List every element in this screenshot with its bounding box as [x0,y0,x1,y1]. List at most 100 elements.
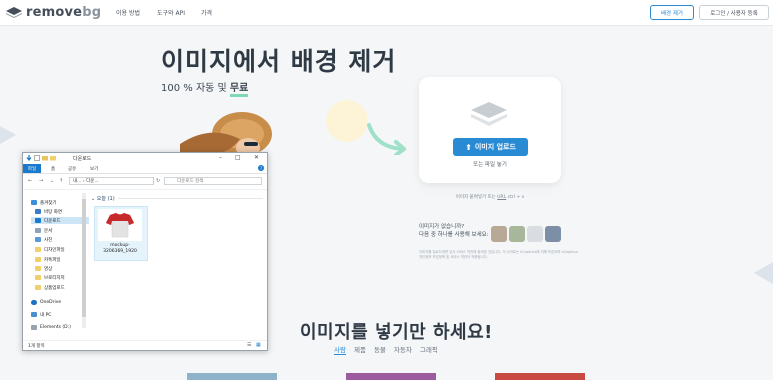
logo-icon [6,7,22,18]
sample-image-1 [187,373,277,380]
hero-subtitle: 100 % 자동 및 무료 [161,79,249,97]
nav-item-quick-access[interactable]: 즐겨찾기 [31,199,57,206]
sample-image-2 [346,373,436,380]
nav-item-downloads[interactable]: 다운로드 [31,217,89,224]
details-view-icon[interactable]: ☰ [247,342,251,348]
nav-item-videos[interactable]: 영상 [35,265,52,272]
maximize-icon[interactable]: □ [235,154,241,161]
status-bar: 1개 항목 ☰ ▦ [23,340,267,351]
nav-item-this-pc[interactable]: 내 PC [31,311,51,318]
navigation-pane: 즐겨찾기 바탕 화면 다운로드 문서 사진 디자인파일 카톡파일 영상 브로티지… [23,191,89,341]
desktop-icon [35,209,41,214]
ribbon-tab-share[interactable]: 공유 [68,166,76,172]
tab-graphics[interactable]: 그래픽 [420,344,438,355]
quick-access-toolbar [26,155,56,161]
nav-link-pricing[interactable]: 가격 [201,8,212,17]
hero-photo [180,112,272,159]
ribbon-tab-file[interactable]: 파일 [23,164,41,173]
help-icon[interactable]: ? [258,165,264,171]
file-thumbnail [98,209,142,241]
upload-image-button[interactable]: ⬆ 이미지 업로드 [453,138,528,156]
upload-image-label: 이미지 업로드 [474,143,516,151]
layers-icon [471,102,507,126]
nav-item-pictures[interactable]: 사진 [35,236,52,243]
cloud-icon [31,300,37,305]
file-name: mockup-3206369_1920 [103,243,137,254]
explorer-title: 다운로드 [73,156,92,162]
close-icon[interactable]: ✕ [254,154,259,161]
file-explorer-window[interactable]: 다운로드 – □ ✕ 파일 홈 공유 보기 ? ← → ⌄ ↑ 내... › 다… [22,152,268,351]
remove-background-button[interactable]: 배경 제거 [650,5,694,20]
item-count: 1개 항목 [28,344,45,349]
logo[interactable]: removebg [6,5,101,20]
tab-cars[interactable]: 자동차 [394,344,412,355]
folder-icon [50,156,56,161]
group-divider [118,198,263,199]
back-arrow-icon[interactable]: ← [28,178,32,184]
nav-scrollbar-thumb[interactable] [82,199,86,317]
explorer-titlebar[interactable]: 다운로드 – □ ✕ [23,153,267,164]
hero-title: 이미지에서 배경 제거 [161,47,397,76]
group-header-today[interactable]: ⌄ 오늘 (1) [91,195,115,202]
terms-text: 이미지를 업로드하면 당사 서비스 약관에 동의한 것입니다. 이 사이트는 h… [419,250,578,259]
nav-link-tools-api[interactable]: 도구와 API [157,8,185,17]
properties-icon[interactable] [34,155,40,161]
category-tabs: 사람 제품 동물 자동차 그래픽 [334,344,438,355]
nav-item-product-upload[interactable]: 상품업로드 [35,284,65,291]
tab-animals[interactable]: 동물 [374,344,386,355]
login-signup-button[interactable]: 로그인 / 사용자 등록 [699,5,769,20]
decor-circle [326,100,368,142]
large-icons-view-icon[interactable]: ▦ [256,342,261,348]
minimize-icon[interactable]: – [219,154,222,161]
address-bar-row: ← → ⌄ ↑ 내... › 다운... ↻ 다운로드 검색 [23,174,267,190]
refresh-icon[interactable]: ↻ [156,178,160,184]
explorer-search-input[interactable]: 다운로드 검색 [164,177,262,185]
decor-blob-left [0,126,16,144]
new-folder-icon[interactable] [42,155,48,161]
up-arrow-icon[interactable]: ↑ [59,178,63,184]
star-icon [31,200,37,205]
drop-file-text: 또는 파일 놓기 [473,162,507,168]
document-icon [35,228,41,233]
paste-hint: 이미지 붙여넣기 또는 URL ctrl + v [455,195,525,200]
sample-thumb-person[interactable] [491,226,507,242]
folder-icon [35,257,41,262]
nav-item-design-files[interactable]: 디자인파일 [35,246,65,253]
ribbon-tab-view[interactable]: 보기 [90,166,98,172]
drive-icon [31,325,37,330]
address-box[interactable]: 내... › 다운... [69,177,154,185]
explorer-ribbon: 파일 홈 공유 보기 ? [23,164,267,174]
nav-item-desktop[interactable]: 바탕 화면 [35,208,62,215]
nav-item-kakao-files[interactable]: 카톡파일 [35,256,61,263]
sample-thumb-animal[interactable] [509,226,525,242]
brand-name: removebg [26,5,102,20]
sample-image-3 [495,373,585,380]
nav-item-documents[interactable]: 문서 [35,227,52,234]
nav-item-drive-d[interactable]: Elements (D:) [31,324,71,331]
sample-thumb-car[interactable] [545,226,561,242]
sample-prompt: 이미지가 없습니까? 다음 중 하나를 사용해 보세요: [419,224,489,238]
picture-icon [35,237,41,242]
forward-arrow-icon[interactable]: → [39,178,43,184]
sample-thumb-product[interactable] [527,226,543,242]
folder-icon [35,266,41,271]
decor-blob-right [754,262,773,284]
arrow-graphic [367,123,406,155]
ribbon-tab-home[interactable]: 홈 [51,166,55,172]
tab-people[interactable]: 사람 [334,344,346,355]
computer-icon [31,312,37,317]
nav-item-folder-4[interactable]: 브로티지저 [35,274,65,281]
top-nav: removebg 이용 방법 도구와 API 가격 배경 제거 로그인 / 사용… [0,0,773,26]
folder-icon [35,275,41,280]
section-title: 이미지를 넣기만 하세요! [300,322,493,343]
nav-link-how-it-works[interactable]: 이용 방법 [116,8,140,17]
down-arrow-icon [26,155,32,161]
recent-dropdown-icon[interactable]: ⌄ [50,178,54,184]
download-icon [35,218,41,223]
nav-item-onedrive[interactable]: OneDrive [31,299,61,306]
folder-icon [35,285,41,290]
upload-arrow-icon: ⬆ [465,142,472,152]
paste-url-link[interactable]: URL [497,195,506,200]
folder-icon [35,247,41,252]
tab-products[interactable]: 제품 [354,344,366,355]
